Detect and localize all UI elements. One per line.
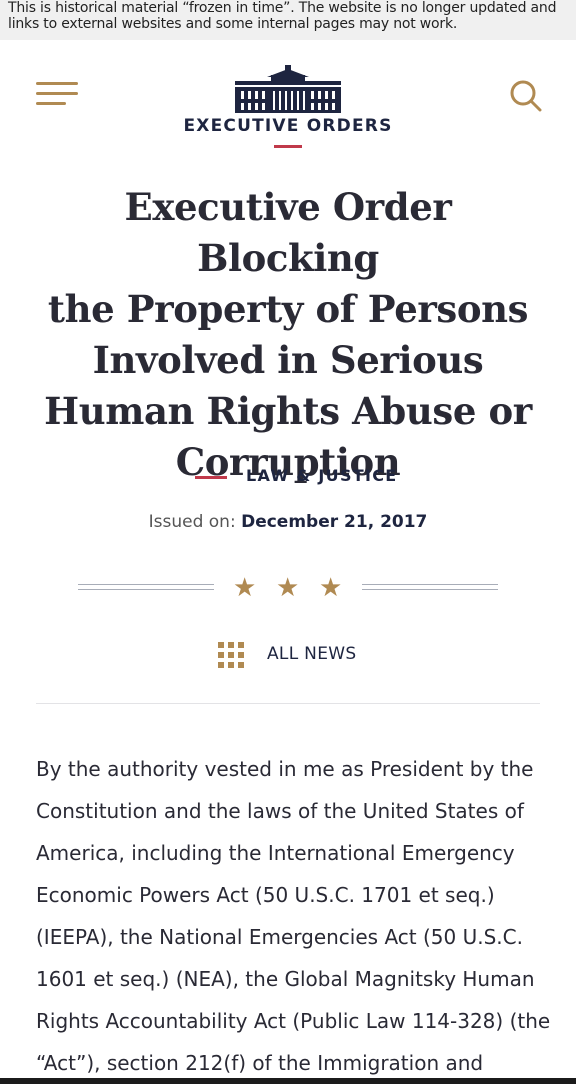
title-line: Involved in Serious — [92, 338, 484, 382]
hamburger-menu-icon[interactable] — [36, 82, 78, 106]
body-line: Economic Powers Act (50 U.S.C. 1701 et s… — [36, 883, 495, 907]
banner-line-2: links to external websites and some inte… — [8, 16, 458, 32]
star-icon: ★ — [233, 573, 257, 603]
body-line: (IEEPA), the National Emergencies Act (5… — [36, 925, 523, 949]
body-line: By the authority vested in me as Preside… — [36, 757, 534, 781]
all-news-label: ALL NEWS — [267, 644, 357, 664]
body-line: Rights Accountability Act (Public Law 11… — [36, 1009, 551, 1033]
title-line: the Property of Persons — [47, 287, 529, 331]
section-label[interactable]: EXECUTIVE ORDERS — [0, 116, 576, 136]
bottom-edge-bar — [0, 1078, 576, 1084]
content-divider — [36, 703, 540, 704]
divider-left — [78, 584, 214, 590]
white-house-icon[interactable] — [233, 63, 343, 115]
body-line: America, including the International Eme… — [36, 841, 515, 865]
body-line: 1601 et seq.) (NEA), the Global Magnitsk… — [36, 967, 535, 991]
issued-label: Issued on: — [148, 512, 236, 532]
section-rule — [274, 145, 302, 148]
category-link[interactable]: LAW & JUSTICE — [246, 466, 398, 485]
issued-date-value: December 21, 2017 — [241, 512, 428, 532]
category-rule — [195, 476, 227, 479]
banner-line-1: This is historical material “frozen in t… — [8, 0, 557, 16]
page-title: Executive Order Blocking the Property of… — [30, 182, 546, 488]
grid-icon — [216, 640, 246, 670]
body-line: Constitution and the laws of the United … — [36, 799, 524, 823]
article-body: By the authority vested in me as Preside… — [36, 748, 551, 1084]
star-icon: ★ — [276, 573, 300, 603]
divider-right — [362, 584, 498, 590]
title-line: Human Rights Abuse or — [44, 389, 532, 433]
search-icon[interactable] — [508, 78, 542, 112]
star-icon: ★ — [319, 573, 343, 603]
historical-notice-banner: This is historical material “frozen in t… — [0, 0, 576, 40]
all-news-link[interactable]: ALL NEWS — [216, 640, 376, 672]
title-line: Executive Order Blocking — [124, 185, 452, 280]
issued-date: Issued on: December 21, 2017 — [0, 512, 576, 532]
